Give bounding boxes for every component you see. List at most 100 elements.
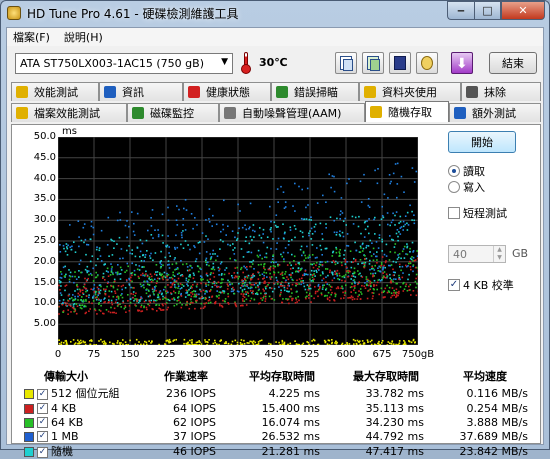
data-point [199,342,201,344]
data-point [221,279,223,281]
data-point [96,299,98,301]
close-button[interactable]: ✕ [501,1,545,20]
tab-aam[interactable]: 自動噪聲管理(AAM) [219,103,365,122]
copy-text-button[interactable] [335,52,357,74]
result-row-label[interactable]: ✓4 KB [22,401,142,415]
maximize-button[interactable]: □ [474,1,501,20]
data-point [310,263,312,265]
spin-up-icon[interactable]: ▲ [493,246,505,254]
data-point [175,339,177,341]
minimize-button[interactable]: ‒ [447,1,474,20]
start-button[interactable]: 開始 [448,131,516,153]
data-point [125,306,127,308]
data-point [350,291,352,293]
tab-random-access[interactable]: 隨機存取 [365,101,449,122]
data-point [201,303,203,305]
data-point [91,274,93,276]
data-point [291,289,293,291]
data-point [317,344,319,345]
data-point [378,279,380,281]
short-test-checkbox[interactable]: 短程測試 [448,205,507,221]
data-point [339,273,341,275]
checkmark-icon[interactable]: ✓ [37,447,48,458]
checkmark-icon[interactable]: ✓ [37,431,48,442]
result-row-label[interactable]: ✓1 MB [22,429,142,443]
copy-screenshot-button[interactable] [362,52,384,74]
data-point [121,248,123,250]
checkmark-icon[interactable]: ✓ [37,417,48,428]
data-point [208,302,210,304]
data-point [149,276,151,278]
menu-file[interactable]: 檔案(F) [13,29,50,45]
data-point [304,286,306,288]
spin-down-icon[interactable]: ▼ [493,254,505,262]
checkmark-icon[interactable]: ✓ [37,403,48,414]
tab-health[interactable]: 健康狀態 [183,82,271,101]
data-point [192,228,194,230]
result-avg-speed: 3.888 MB/s [438,415,532,429]
data-point [213,263,215,265]
tab-benchmark[interactable]: 效能測試 [11,82,99,101]
drive-select[interactable]: ATA ST750LX003-1AC15 (750 gB) ▼ [15,53,233,74]
data-point [194,344,196,345]
data-point [394,215,396,217]
options-button[interactable] [416,52,438,74]
short-test-size-spinner[interactable]: 40 ▲ ▼ [448,245,506,263]
result-row-label[interactable]: ✓512 個位元組 [22,385,142,401]
data-point [72,294,74,296]
data-point [158,236,160,238]
tab-error-scan[interactable]: 錯誤掃瞄 [271,82,359,101]
title-bar[interactable]: HD Tune Pro 4.61 - 硬碟檢測維護工具 ‒ □ ✕ [1,1,549,25]
data-point [207,280,209,282]
data-point [177,287,179,289]
data-point [121,269,123,271]
tab-extra-tests[interactable]: 額外測試 [449,103,541,122]
data-point [126,279,128,281]
data-point [398,293,400,295]
tab-disk-monitor[interactable]: 磁碟監控 [127,103,219,122]
checkmark-icon[interactable]: ✓ [37,389,48,400]
exit-icon-button[interactable]: ⬇ [451,52,473,74]
exit-button[interactable]: 結束 [489,52,537,74]
data-point [87,290,89,292]
data-point [117,289,119,291]
data-point [90,273,92,275]
data-point [113,296,115,298]
data-point [227,293,229,295]
result-row-label[interactable]: ✓隨機 [22,443,142,459]
write-radio[interactable]: 寫入 [448,179,485,195]
data-point [371,268,373,270]
data-point [150,273,152,275]
dropdown-arrow-icon[interactable]: ▼ [221,57,228,67]
data-point [247,342,249,344]
data-point [163,289,165,291]
data-point [403,226,405,228]
data-point [234,302,236,304]
menu-help[interactable]: 說明(H) [64,29,103,45]
align-4kb-checkbox[interactable]: ✓4 KB 校準 [448,277,514,293]
data-point [395,296,397,298]
tab-erase[interactable]: 抹除 [461,82,541,101]
data-point [80,291,82,293]
data-point [100,300,102,302]
read-radio[interactable]: 讀取 [448,163,485,179]
data-point [271,298,273,300]
info-icon [104,86,116,98]
data-point [165,297,167,299]
data-point [216,286,218,288]
monitor-chart-icon [132,107,144,119]
data-point [393,173,395,175]
data-point [196,294,198,296]
data-point [301,281,303,283]
data-point [126,250,128,252]
data-point [272,291,274,293]
data-point [326,248,328,250]
tab-file-benchmark[interactable]: 檔案效能測試 [11,103,127,122]
data-point [274,266,276,268]
data-point [138,277,140,279]
save-button[interactable] [389,52,411,74]
tab-folder-usage[interactable]: 資料夾使用 [359,82,461,101]
result-row-label[interactable]: ✓64 KB [22,415,142,429]
data-point [389,342,391,344]
tab-info[interactable]: 資訊 [99,82,183,101]
